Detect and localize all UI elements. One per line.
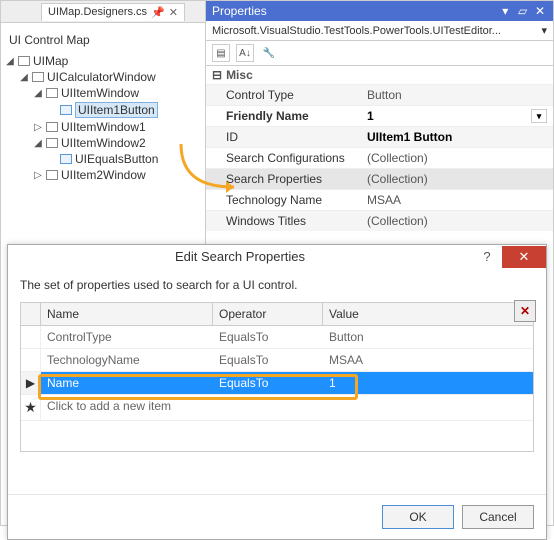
expand-icon[interactable]: ▷ xyxy=(33,170,43,180)
collapse-icon[interactable]: ◢ xyxy=(33,88,43,98)
grid-header: Name Operator Value xyxy=(21,303,533,326)
column-operator[interactable]: Operator xyxy=(213,303,323,325)
star-icon: ★ xyxy=(24,399,37,416)
dialog-title-text: Edit Search Properties xyxy=(8,245,472,268)
edit-search-properties-dialog: Edit Search Properties ? ✕ The set of pr… xyxy=(7,244,547,540)
window-icon xyxy=(46,88,58,98)
prop-row-searchprops[interactable]: Search Properties(Collection) xyxy=(206,168,553,189)
collapse-icon[interactable]: ◢ xyxy=(5,56,15,66)
window-icon xyxy=(46,170,58,180)
tree-node-item1button[interactable]: UIItem1Button xyxy=(47,101,205,119)
properties-subtitle: Microsoft.VisualStudio.TestTools.PowerTo… xyxy=(206,21,553,41)
prop-row-wintitles[interactable]: Windows Titles(Collection) xyxy=(206,210,553,231)
prop-row-techname[interactable]: Technology NameMSAA xyxy=(206,189,553,210)
delete-icon: ✕ xyxy=(520,304,530,318)
close-button[interactable]: ✕ xyxy=(502,246,546,268)
row-header-column xyxy=(21,303,41,325)
table-row[interactable]: TechnologyName EqualsTo MSAA xyxy=(21,349,533,372)
dialog-titlebar: Edit Search Properties ? ✕ xyxy=(8,245,546,268)
ui-control-tree: ◢UIMap ◢UICalculatorWindow ◢UIItemWindow… xyxy=(1,51,205,185)
blank-icon xyxy=(47,154,57,164)
pin-icon[interactable]: 📌 xyxy=(151,6,165,19)
properties-toolbar: ▤ A↓ 🔧 xyxy=(206,41,553,66)
window-icon xyxy=(46,122,58,132)
collapse-icon[interactable]: ⊟ xyxy=(212,68,222,82)
tree-node-itemwindow[interactable]: ◢UIItemWindow xyxy=(33,85,205,101)
prop-row-friendlyname[interactable]: Friendly Name1▾ xyxy=(206,105,553,126)
dropdown-icon[interactable]: ▾ xyxy=(541,24,547,37)
search-properties-grid: Name Operator Value ControlType EqualsTo… xyxy=(20,302,534,452)
category-misc[interactable]: ⊟Misc xyxy=(206,66,553,84)
pin-icon[interactable]: ▱ xyxy=(516,4,530,18)
table-row[interactable]: ControlType EqualsTo Button xyxy=(21,326,533,349)
dropdown-icon[interactable]: ▾ xyxy=(531,109,547,123)
tree-node-itemwindow2[interactable]: ◢UIItemWindow2 xyxy=(33,135,205,151)
close-icon[interactable]: ✕ xyxy=(169,6,178,19)
column-value[interactable]: Value xyxy=(323,303,533,325)
collapse-icon[interactable]: ◢ xyxy=(19,72,29,82)
tree-node-equalsbutton[interactable]: UIEqualsButton xyxy=(47,151,205,167)
collapse-icon[interactable]: ◢ xyxy=(33,138,43,148)
close-icon[interactable]: ✕ xyxy=(533,4,547,18)
map-icon xyxy=(18,56,30,66)
tab-filename: UIMap.Designers.cs xyxy=(48,6,147,18)
add-item-row[interactable]: ★ Click to add a new item xyxy=(21,395,533,421)
tree-node-window[interactable]: ◢UICalculatorWindow xyxy=(19,69,205,85)
dialog-description: The set of properties used to search for… xyxy=(20,278,534,292)
prop-row-id[interactable]: IDUIItem1 Button xyxy=(206,126,553,147)
tree-pane: UIMap.Designers.cs 📌 ✕ UI Control Map ◢U… xyxy=(1,1,206,244)
help-button[interactable]: ? xyxy=(472,249,502,264)
prop-row-searchconfig[interactable]: Search Configurations(Collection) xyxy=(206,147,553,168)
row-selector-icon: ▶ xyxy=(21,372,41,394)
categorize-icon[interactable]: ▤ xyxy=(212,44,230,62)
properties-header: Properties ▾ ▱ ✕ xyxy=(206,1,553,21)
cancel-button[interactable]: Cancel xyxy=(462,505,534,529)
window-icon xyxy=(46,138,58,148)
column-name[interactable]: Name xyxy=(41,303,213,325)
table-row-selected[interactable]: ▶ Name EqualsTo 1 xyxy=(21,372,533,395)
sort-icon[interactable]: A↓ xyxy=(236,44,254,62)
expand-icon[interactable]: ▷ xyxy=(33,122,43,132)
ok-button[interactable]: OK xyxy=(382,505,454,529)
prop-row-controltype[interactable]: Control TypeButton xyxy=(206,84,553,105)
tree-node-itemwindow1[interactable]: ▷UIItemWindow1 xyxy=(33,119,205,135)
window-icon xyxy=(32,72,44,82)
properties-title: Properties xyxy=(212,4,267,18)
button-icon xyxy=(60,154,72,164)
blank-icon xyxy=(47,105,57,115)
dropdown-icon[interactable]: ▾ xyxy=(498,4,512,18)
tab-bar: UIMap.Designers.cs 📌 ✕ xyxy=(1,1,205,23)
properties-pane: Properties ▾ ▱ ✕ Microsoft.VisualStudio.… xyxy=(206,1,553,244)
file-tab[interactable]: UIMap.Designers.cs 📌 ✕ xyxy=(41,3,185,21)
button-icon xyxy=(60,105,72,115)
dialog-footer: OK Cancel xyxy=(8,494,546,539)
delete-button[interactable]: ✕ xyxy=(514,300,536,322)
tree-node-item2window[interactable]: ▷UIItem2Window xyxy=(33,167,205,183)
wrench-icon[interactable]: 🔧 xyxy=(260,44,278,62)
tree-title: UI Control Map xyxy=(1,29,205,51)
tree-node-uimap[interactable]: ◢UIMap xyxy=(5,53,205,69)
properties-grid: ⊟Misc Control TypeButton Friendly Name1▾… xyxy=(206,66,553,231)
